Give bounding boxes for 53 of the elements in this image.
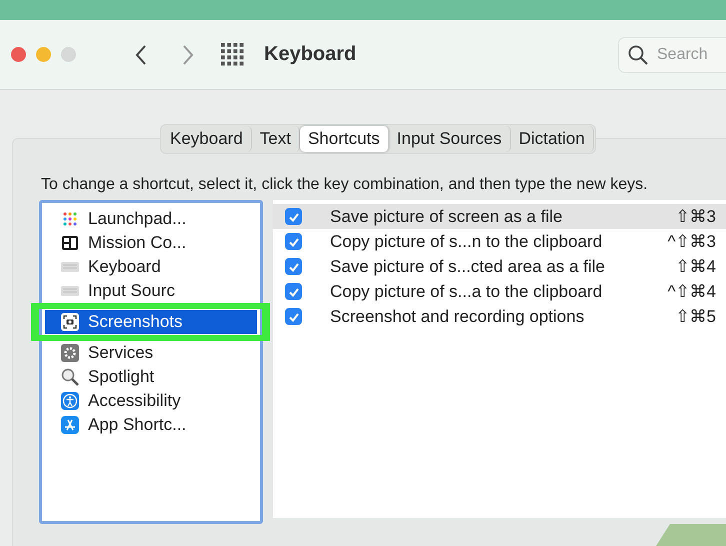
shortcut-row[interactable]: Copy picture of s...n to the clipboard ^⇧⌘3 [273, 229, 726, 254]
checkbox[interactable] [285, 208, 302, 225]
checkbox[interactable] [285, 283, 302, 300]
sidebar-item[interactable]: Keyboard [45, 255, 257, 279]
check-icon [288, 310, 300, 322]
checkbox[interactable] [285, 258, 302, 275]
shortcut-name: Save picture of s...cted area as a file [330, 256, 605, 276]
sidebar-item[interactable]: Mission Co... [45, 231, 257, 255]
sidebar-item[interactable]: Accessibility [45, 389, 257, 413]
shortcut-row[interactable]: Save picture of screen as a file ⇧⌘3 [273, 204, 726, 229]
shortcut-name: Screenshot and recording options [330, 306, 584, 326]
instruction-text: To change a shortcut, select it, click the key combination, and then type the new keys. [41, 176, 649, 194]
shortcut-name: Save picture of screen as a file [330, 206, 562, 226]
sidebar-item[interactable]: Services [45, 341, 257, 365]
check-icon [288, 260, 300, 272]
key-combination: ⇧⌘3 [676, 206, 716, 227]
shortcut-row[interactable]: Save picture of s...cted area as a file ⇧⌘4 [273, 254, 726, 279]
app-store-icon [61, 416, 79, 434]
forward-icon[interactable] [181, 44, 195, 66]
search-icon [628, 44, 648, 64]
shortcut-row[interactable]: Copy picture of s...a to the clipboard ^⇧⌘4 [273, 279, 726, 304]
key-combination: ^⇧⌘4 [668, 281, 716, 302]
search-field[interactable]: Search [618, 36, 726, 72]
tab[interactable]: Input Sources [388, 126, 511, 152]
sidebar-item[interactable]: Launchpad... [45, 207, 257, 231]
shortcut-name: Copy picture of s...n to the clipboard [330, 232, 602, 252]
checkbox[interactable] [285, 233, 302, 250]
tab[interactable]: Keyboard [162, 126, 252, 152]
close-button[interactable] [11, 47, 26, 62]
shortcut-row[interactable]: Screenshot and recording options ⇧⌘5 [273, 304, 726, 329]
tab[interactable]: Shortcuts [300, 126, 389, 152]
check-icon [288, 210, 300, 222]
sidebar-item[interactable]: Input Sourc [45, 279, 257, 303]
sidebar-item[interactable]: Screenshots [45, 310, 257, 334]
shortcut-name: Copy picture of s...a to the clipboard [330, 282, 602, 302]
key-combination: ⇧⌘5 [676, 306, 716, 327]
checkbox[interactable] [285, 308, 302, 325]
back-icon[interactable] [134, 44, 148, 66]
accessibility-icon [61, 392, 79, 410]
check-icon [288, 236, 300, 248]
gear-icon [61, 344, 79, 362]
sidebar-item[interactable]: App Shortc... [45, 413, 257, 437]
window-title: Keyboard [264, 43, 356, 66]
check-icon [288, 286, 300, 298]
key-combination: ⇧⌘4 [676, 256, 716, 277]
tab[interactable]: Dictation [510, 126, 594, 152]
magnifier-icon [61, 368, 79, 386]
sidebar-item[interactable]: Spotlight [45, 365, 257, 389]
key-combination: ^⇧⌘3 [668, 231, 716, 252]
dots-icon [61, 210, 79, 228]
camera-icon [61, 313, 79, 331]
grid-icon[interactable] [221, 43, 244, 66]
windows-icon [61, 234, 79, 252]
